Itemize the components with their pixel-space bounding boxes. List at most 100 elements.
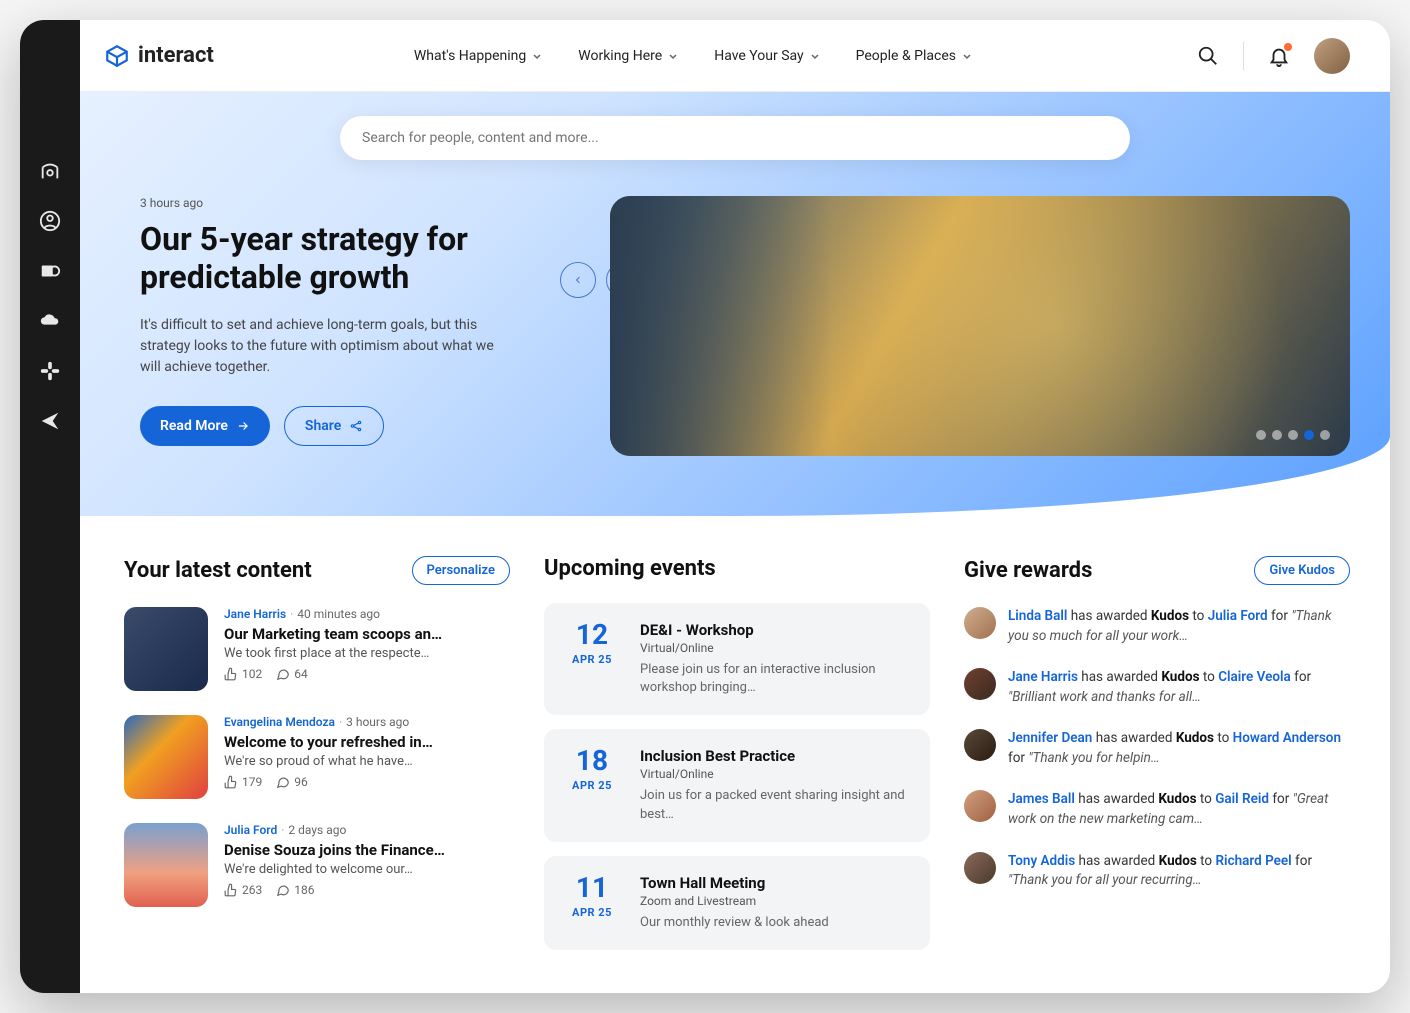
comment-count[interactable]: 64	[276, 667, 308, 681]
content-item[interactable]: Jane Harris·40 minutes ago Our Marketing…	[124, 607, 510, 691]
chevron-down-icon	[962, 51, 972, 61]
chevron-left-icon	[572, 274, 584, 286]
content-time: 3 hours ago	[346, 715, 409, 729]
content-item[interactable]: Julia Ford·2 days ago Denise Souza joins…	[124, 823, 510, 907]
like-count[interactable]: 102	[224, 667, 262, 681]
rewards-column: Give rewards Give Kudos Linda Ball has a…	[964, 556, 1350, 964]
event-description: Please join us for an interactive inclus…	[640, 661, 910, 697]
reward-giver[interactable]: James Ball	[1008, 791, 1075, 807]
nav-people-places[interactable]: People & Places	[856, 48, 972, 64]
hero-dot-3[interactable]	[1288, 430, 1298, 440]
event-card[interactable]: 11APR 25 Town Hall MeetingZoom and Lives…	[544, 856, 930, 950]
avatar[interactable]	[964, 790, 996, 822]
rail-send-icon[interactable]	[39, 410, 61, 432]
reward-item: Jane Harris has awarded Kudos to Claire …	[964, 668, 1350, 707]
nav-working-here[interactable]: Working Here	[578, 48, 678, 64]
event-day: 18	[564, 747, 620, 775]
reward-quote: "Brilliant work and thanks for all…	[1008, 689, 1201, 705]
rail-workday-icon[interactable]	[39, 160, 61, 182]
hero-dot-1[interactable]	[1256, 430, 1266, 440]
avatar[interactable]	[964, 607, 996, 639]
reward-receiver[interactable]: Julia Ford	[1208, 608, 1268, 624]
event-card[interactable]: 18APR 25 Inclusion Best PracticeVirtual/…	[544, 729, 930, 841]
comment-count[interactable]: 186	[276, 883, 314, 897]
rail-onedrive-icon[interactable]	[39, 310, 61, 332]
content-title: Denise Souza joins the Finance…	[224, 841, 510, 859]
like-count[interactable]: 263	[224, 883, 262, 897]
reward-giver[interactable]: Jane Harris	[1008, 669, 1078, 685]
rail-profile-icon[interactable]	[39, 210, 61, 232]
search-icon[interactable]	[1197, 45, 1219, 67]
topbar-right	[1197, 38, 1350, 74]
event-day: 12	[564, 621, 620, 649]
rail-slack-icon[interactable]	[39, 360, 61, 382]
content-item[interactable]: Evangelina Mendoza·3 hours ago Welcome t…	[124, 715, 510, 799]
event-location: Zoom and Livestream	[640, 894, 910, 908]
hero-title: Our 5-year strategy for predictable grow…	[140, 220, 520, 297]
content-author[interactable]: Evangelina Mendoza	[224, 715, 335, 729]
reward-item: Tony Addis has awarded Kudos to Richard …	[964, 852, 1350, 891]
reward-item: Jennifer Dean has awarded Kudos to Howar…	[964, 729, 1350, 768]
reward-type: Kudos	[1159, 853, 1197, 869]
reward-type: Kudos	[1161, 669, 1199, 685]
reward-item: Linda Ball has awarded Kudos to Julia Fo…	[964, 607, 1350, 646]
nav-whats-happening[interactable]: What's Happening	[414, 48, 542, 64]
thumbs-up-icon	[224, 667, 238, 681]
search-input[interactable]	[340, 116, 1130, 160]
comment-icon	[276, 883, 290, 897]
reward-giver[interactable]: Jennifer Dean	[1008, 730, 1092, 746]
content-author[interactable]: Jane Harris	[224, 607, 286, 621]
reward-receiver[interactable]: Gail Reid	[1215, 791, 1269, 807]
chevron-down-icon	[810, 51, 820, 61]
reward-type: Kudos	[1176, 730, 1214, 746]
read-more-button[interactable]: Read More	[140, 406, 270, 446]
event-title: Inclusion Best Practice	[640, 747, 910, 765]
reward-receiver[interactable]: Claire Veola	[1218, 669, 1291, 685]
logo-icon	[104, 43, 130, 69]
topbar: interact What's Happening Working Here H…	[80, 20, 1390, 92]
event-card[interactable]: 12APR 25 DE&I - WorkshopVirtual/OnlinePl…	[544, 603, 930, 715]
reward-item: James Ball has awarded Kudos to Gail Rei…	[964, 790, 1350, 829]
event-month: APR 25	[564, 653, 620, 666]
event-description: Our monthly review & look ahead	[640, 914, 910, 932]
reward-giver[interactable]: Linda Ball	[1008, 608, 1067, 624]
hero-prev-button[interactable]	[560, 262, 596, 298]
notification-dot	[1284, 43, 1292, 51]
latest-content-column: Your latest content Personalize Jane Har…	[124, 556, 510, 964]
content-author[interactable]: Julia Ford	[224, 823, 277, 837]
thumbs-up-icon	[224, 775, 238, 789]
comment-count[interactable]: 96	[276, 775, 308, 789]
avatar[interactable]	[964, 852, 996, 884]
content-columns: Your latest content Personalize Jane Har…	[80, 516, 1390, 964]
avatar[interactable]	[964, 668, 996, 700]
reward-receiver[interactable]: Richard Peel	[1215, 853, 1291, 869]
reward-quote: "Thank you for helpin…	[1028, 750, 1159, 766]
hero-timestamp: 3 hours ago	[140, 196, 570, 210]
comment-icon	[276, 667, 290, 681]
nav-have-your-say[interactable]: Have Your Say	[714, 48, 819, 64]
content-thumbnail	[124, 823, 208, 907]
reward-quote: "Thank you for all your recurring…	[1008, 872, 1202, 888]
reward-type: Kudos	[1158, 791, 1196, 807]
rail-sharepoint-icon[interactable]	[39, 260, 61, 282]
avatar[interactable]	[964, 729, 996, 761]
hero-dot-5[interactable]	[1320, 430, 1330, 440]
event-description: Join us for a packed event sharing insig…	[640, 787, 910, 823]
reward-receiver[interactable]: Howard Anderson	[1233, 730, 1341, 746]
share-button[interactable]: Share	[284, 406, 384, 446]
rewards-title: Give rewards	[964, 558, 1092, 583]
hero-dot-4[interactable]	[1304, 430, 1314, 440]
like-count[interactable]: 179	[224, 775, 262, 789]
share-icon	[349, 419, 363, 433]
notifications-icon[interactable]	[1268, 45, 1290, 67]
avatar[interactable]	[1314, 38, 1350, 74]
give-kudos-button[interactable]: Give Kudos	[1254, 556, 1350, 585]
chevron-down-icon	[668, 51, 678, 61]
content-excerpt: We're delighted to welcome our…	[224, 862, 510, 877]
content-excerpt: We took first place at the respecte…	[224, 646, 510, 661]
personalize-button[interactable]: Personalize	[412, 556, 510, 585]
logo[interactable]: interact	[104, 43, 214, 69]
hero-dot-2[interactable]	[1272, 430, 1282, 440]
comment-icon	[276, 775, 290, 789]
reward-giver[interactable]: Tony Addis	[1008, 853, 1075, 869]
